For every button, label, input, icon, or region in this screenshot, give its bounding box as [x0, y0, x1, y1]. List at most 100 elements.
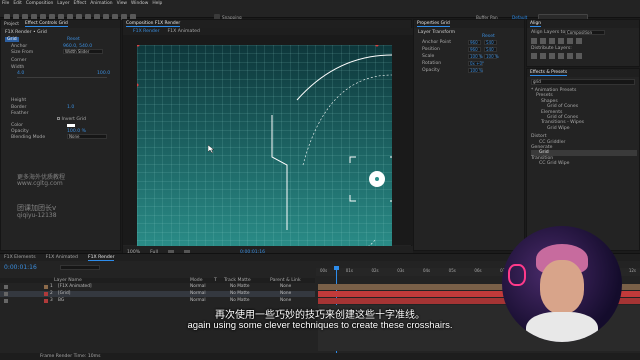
- tree-item-grid-wipe[interactable]: Grid Wipe: [531, 126, 637, 131]
- menu-edit[interactable]: Edit: [13, 1, 22, 6]
- layer-row[interactable]: 2 [Grid] Normal No Matte None: [0, 291, 315, 297]
- distribute-top-icon[interactable]: [531, 53, 537, 59]
- width-slider-track[interactable]: [17, 77, 107, 78]
- timeline-timecode[interactable]: 0:00:01:16: [4, 264, 37, 271]
- align-to-dropdown[interactable]: Composition: [565, 30, 605, 35]
- effects-search-value: grid: [533, 79, 541, 84]
- scale-y[interactable]: 100 %: [484, 54, 499, 59]
- align-to-row: Align Layers to:: [531, 30, 567, 35]
- layer-transform-label: Layer Transform: [418, 30, 456, 35]
- menu-layer[interactable]: Layer: [57, 1, 69, 6]
- effect-grid-label: Grid: [5, 37, 19, 42]
- ruler-tick: 04s: [422, 268, 431, 273]
- layer-parent[interactable]: None: [280, 298, 291, 304]
- menu-animation[interactable]: Animation: [90, 1, 112, 6]
- layer-row[interactable]: 1 [F1X Animated] Normal No Matte None: [0, 284, 315, 290]
- properties-title[interactable]: Properties Grid: [417, 21, 450, 27]
- tree-item-cc-grid-wipe[interactable]: CC Grid Wipe: [531, 161, 637, 166]
- distribute-vcenter-icon[interactable]: [540, 53, 546, 59]
- menu-file[interactable]: File: [2, 1, 9, 6]
- align-top-icon[interactable]: [558, 38, 564, 44]
- align-left-icon[interactable]: [531, 38, 537, 44]
- effects-search-input[interactable]: grid: [531, 79, 635, 85]
- layer-matte[interactable]: No Matte: [230, 284, 250, 290]
- comp-tab-animated[interactable]: F1X Animated: [168, 29, 200, 34]
- align-right-icon[interactable]: [549, 38, 555, 44]
- width-min-value: 4.0: [17, 71, 25, 76]
- effect-grid-row[interactable]: Grid Reset: [5, 37, 80, 42]
- blending-mode-dropdown[interactable]: None: [67, 134, 107, 139]
- invert-grid-checkbox[interactable]: [57, 117, 60, 120]
- timeline-search-input[interactable]: [60, 265, 100, 270]
- comp-viewer-title[interactable]: Composition F1X Render: [126, 21, 181, 27]
- distribute-left-icon[interactable]: [558, 53, 564, 59]
- layer-label-color[interactable]: [44, 292, 48, 296]
- eye-icon[interactable]: [4, 285, 8, 289]
- timeline-tab-render[interactable]: F1X Render: [87, 255, 115, 261]
- layer-number: 2: [50, 291, 53, 296]
- distribute-hcenter-icon[interactable]: [567, 53, 573, 59]
- anchor-point-x[interactable]: 960: [468, 40, 481, 45]
- layer-parent[interactable]: None: [280, 291, 291, 297]
- playhead-handle[interactable]: [334, 266, 339, 270]
- timeline-tab-animated[interactable]: F1X Animated: [46, 255, 78, 260]
- corner-label: Corner: [11, 58, 27, 63]
- layer-name[interactable]: BG: [58, 298, 64, 304]
- menu-composition[interactable]: Composition: [26, 1, 53, 6]
- layer-mode[interactable]: Normal: [190, 291, 206, 297]
- color-swatch[interactable]: [67, 124, 75, 127]
- width-value[interactable]: 100.0: [97, 71, 110, 76]
- effect-reset-link[interactable]: Reset: [67, 37, 80, 42]
- align-bottom-icon[interactable]: [576, 38, 582, 44]
- layer-name[interactable]: [F1X Animated]: [58, 284, 92, 290]
- layer-matte[interactable]: No Matte: [230, 298, 250, 304]
- anchor-point-y[interactable]: 540: [484, 40, 497, 45]
- position-y[interactable]: 540: [484, 47, 497, 52]
- position-label: Position: [422, 47, 440, 52]
- invert-grid-row[interactable]: Invert Grid: [57, 117, 86, 122]
- layer-matte[interactable]: No Matte: [230, 291, 250, 297]
- mouse-cursor-icon: [208, 145, 214, 153]
- opacity-prop-value[interactable]: 100 %: [468, 68, 483, 73]
- effects-presets-title[interactable]: Effects & Presets: [530, 70, 568, 76]
- border-value[interactable]: 1.0: [67, 105, 74, 110]
- layer-row[interactable]: 3 BG Normal No Matte None: [0, 298, 315, 304]
- feather-row: Feather: [11, 111, 28, 116]
- distribute-bottom-icon[interactable]: [549, 53, 555, 59]
- timeline-tab-elements[interactable]: F1X Elements: [4, 255, 36, 260]
- rotation-value[interactable]: 0x +0°: [468, 61, 484, 66]
- comp-tab-render[interactable]: F1X Render: [133, 29, 160, 34]
- menu-help[interactable]: Help: [152, 1, 162, 6]
- distribute-label: Distribute Layers:: [531, 46, 572, 51]
- layer-name[interactable]: [Grid]: [58, 291, 70, 297]
- align-titlebar: Align: [527, 20, 639, 28]
- border-label: Border: [11, 105, 27, 110]
- menu-view[interactable]: View: [117, 1, 127, 6]
- menu-effect[interactable]: Effect: [74, 1, 87, 6]
- position-x[interactable]: 960: [468, 47, 481, 52]
- distribute-right-icon[interactable]: [576, 53, 582, 59]
- comp-canvas[interactable]: [137, 45, 392, 255]
- menu-window[interactable]: Window: [131, 1, 148, 6]
- align-vcenter-icon[interactable]: [567, 38, 573, 44]
- properties-reset-link[interactable]: Reset: [482, 34, 495, 39]
- layer-parent[interactable]: None: [280, 284, 291, 290]
- toolbar: Snapping Buffer Pan Default: [0, 6, 640, 20]
- ruler-tick: 01s: [345, 268, 353, 273]
- properties-reset[interactable]: Reset: [482, 34, 495, 39]
- align-hcenter-icon[interactable]: [540, 38, 546, 44]
- layer-mode[interactable]: Normal: [190, 284, 206, 290]
- eye-icon[interactable]: [4, 292, 8, 296]
- tab-project[interactable]: Project: [4, 22, 19, 27]
- tab-effect-controls[interactable]: Effect Controls Grid: [25, 21, 68, 27]
- width-slider-row[interactable]: 4.0 100.0: [17, 71, 110, 76]
- size-from-dropdown[interactable]: Width Slider: [63, 49, 103, 54]
- scale-x[interactable]: 100 %: [468, 54, 483, 59]
- align-title[interactable]: Align: [530, 21, 542, 27]
- eye-icon[interactable]: [4, 299, 8, 303]
- layer-label-color[interactable]: [44, 285, 48, 289]
- layer-mode[interactable]: Normal: [190, 298, 206, 304]
- neon-sign: [508, 264, 526, 286]
- align-to-label: Align Layers to:: [531, 30, 567, 35]
- layer-label-color[interactable]: [44, 299, 48, 303]
